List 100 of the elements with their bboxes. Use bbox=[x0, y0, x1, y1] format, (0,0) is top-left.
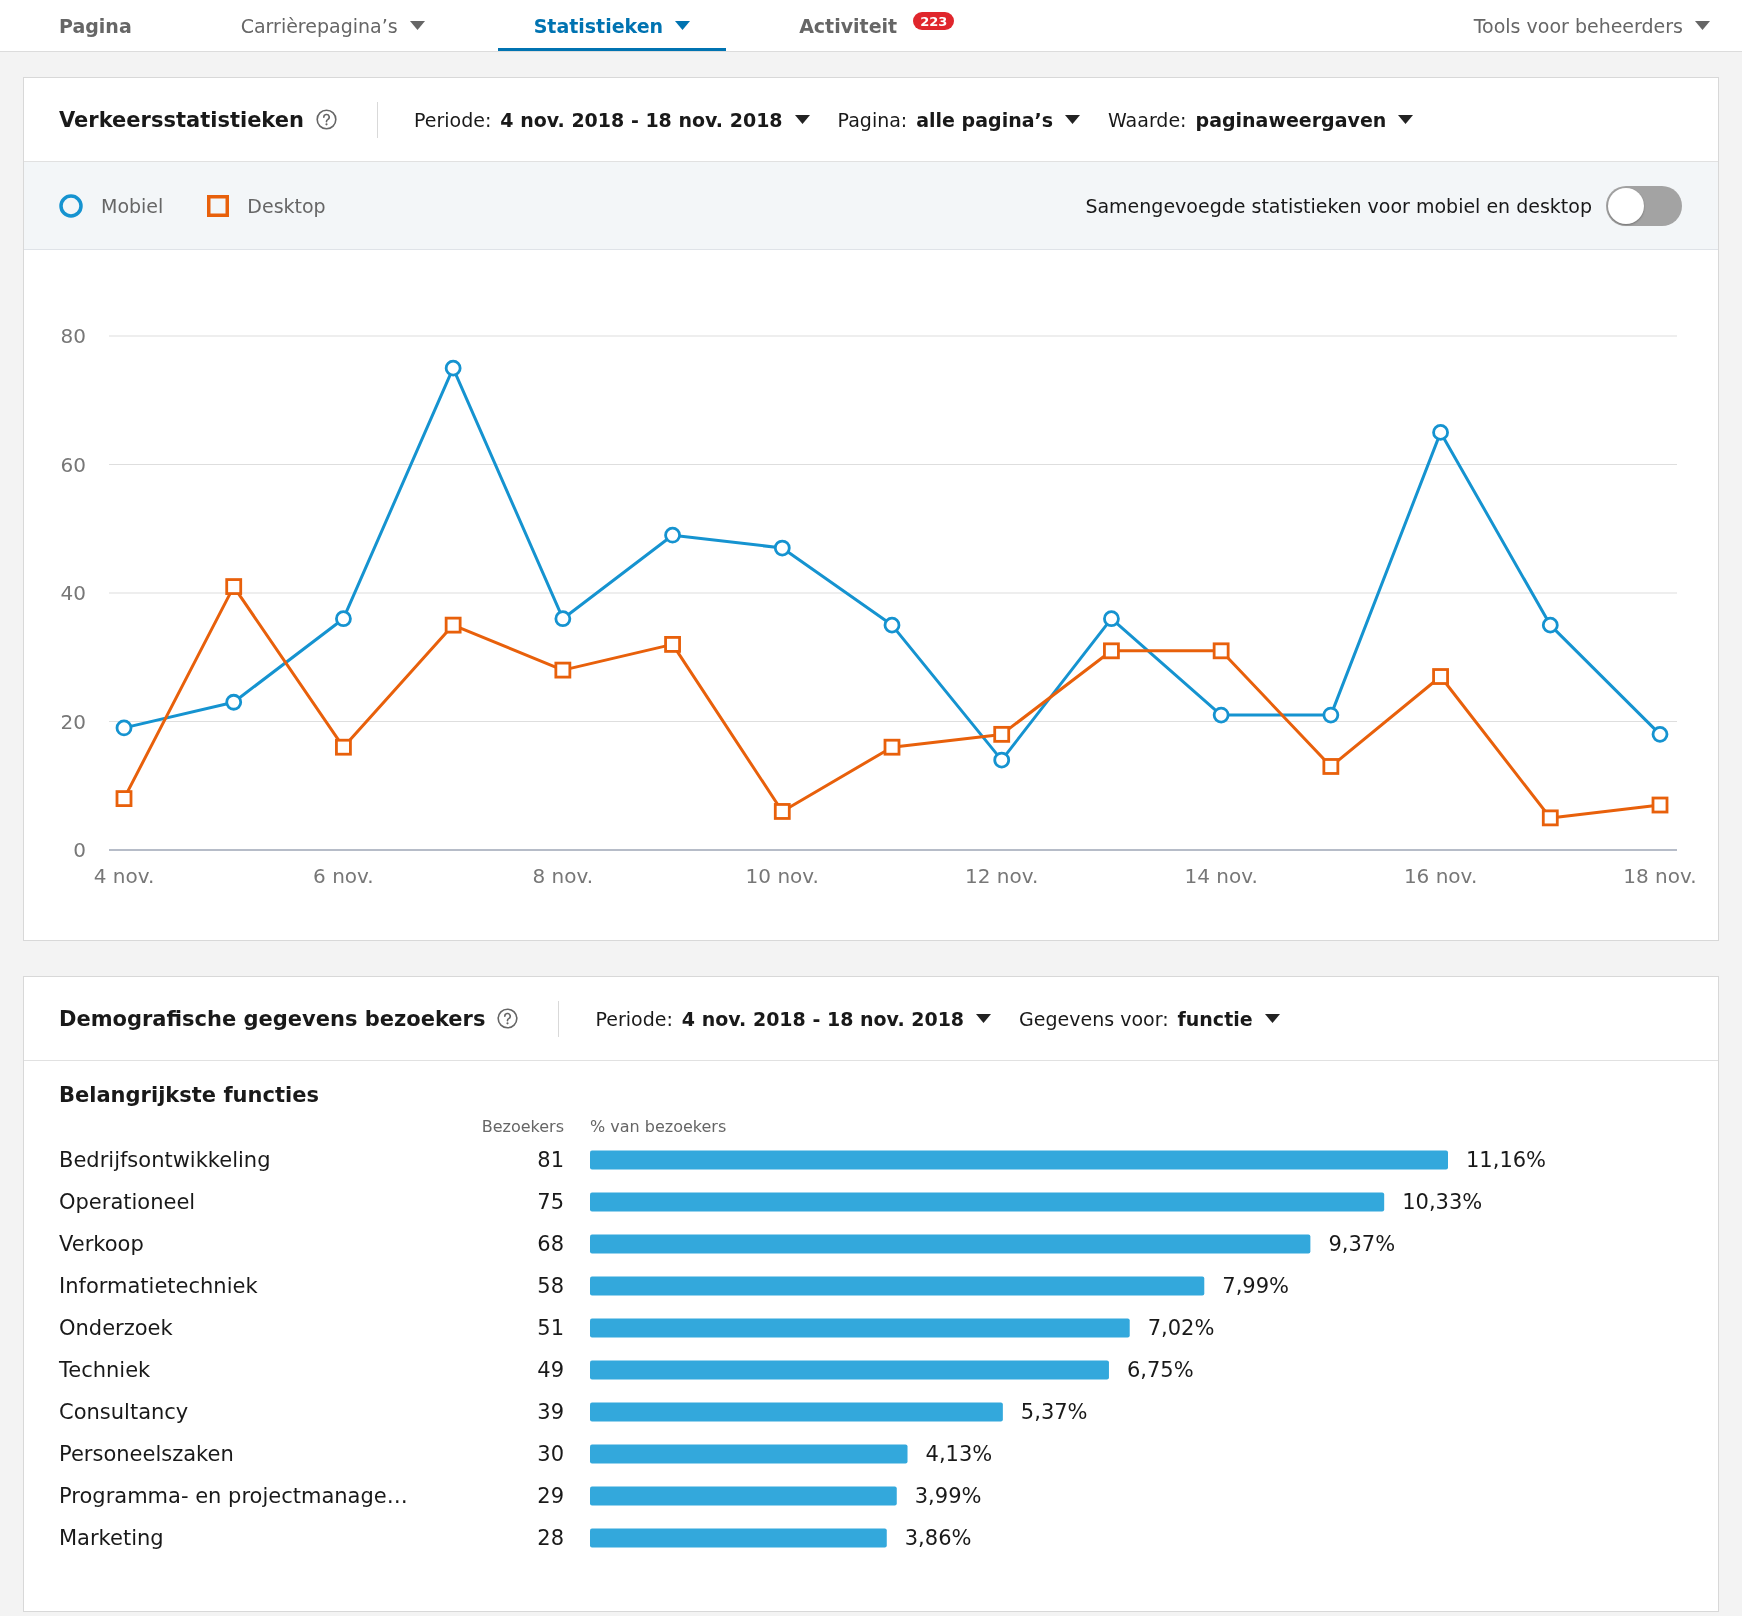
circle-marker bbox=[993, 751, 1011, 769]
notification-badge: 223 bbox=[913, 11, 955, 30]
function-label: Informatietechniek bbox=[59, 1274, 259, 1298]
toggle-label: Samengevoegde statistieken voor mobiel en desktop bbox=[1085, 194, 1592, 217]
square-marker bbox=[664, 636, 681, 653]
axis-label: 8 nov. bbox=[532, 864, 594, 888]
axis-label: 12 nov. bbox=[965, 864, 1039, 888]
circle-marker bbox=[225, 693, 243, 711]
square-marker bbox=[225, 578, 243, 595]
value-label: 11,16% bbox=[1466, 1148, 1547, 1172]
circle-marker bbox=[1651, 725, 1669, 743]
visitor-count: 75 bbox=[536, 1190, 564, 1214]
axis-label: 6 nov. bbox=[313, 864, 374, 888]
visitor-count: 39 bbox=[536, 1400, 564, 1424]
function-label: Onderzoek bbox=[59, 1316, 174, 1340]
axis-label: 20 bbox=[60, 709, 86, 734]
value-label: 3,99% bbox=[914, 1484, 982, 1508]
panel-title: Verkeersstatistieken bbox=[59, 107, 304, 132]
axis-label: 0 bbox=[73, 838, 86, 862]
legend-label: Desktop bbox=[247, 194, 326, 217]
column-header: % van bezoekers bbox=[590, 1116, 728, 1136]
nav-tab[interactable]: Statistieken bbox=[497, 0, 727, 51]
square-marker bbox=[1651, 796, 1669, 814]
square-marker bbox=[773, 803, 791, 820]
value-label: 6,75% bbox=[1126, 1358, 1194, 1382]
circle-marker bbox=[335, 610, 352, 628]
circle-marker bbox=[883, 616, 901, 634]
panel-title: Demografische gegevens bezoekers bbox=[59, 1006, 486, 1031]
axis-label: 60 bbox=[60, 452, 86, 477]
axis-label: 18 nov. bbox=[1623, 864, 1697, 888]
square-marker bbox=[883, 738, 901, 756]
square-marker bbox=[335, 738, 352, 756]
axis-label: 80 bbox=[60, 324, 86, 348]
value-label: 7,99% bbox=[1222, 1274, 1289, 1298]
axis-label: 10 nov. bbox=[745, 864, 819, 888]
value-label: 3,86% bbox=[904, 1526, 972, 1550]
filter-dropdown[interactable]: Waarde: paginaweergaven bbox=[1108, 108, 1414, 131]
circle-marker bbox=[1541, 616, 1559, 634]
function-label: Verkoop bbox=[59, 1232, 145, 1256]
square-marker bbox=[1103, 642, 1120, 660]
caret-icon bbox=[1398, 115, 1414, 124]
circle-marker bbox=[444, 359, 462, 377]
caret-icon bbox=[1065, 115, 1081, 124]
visitor-count: 49 bbox=[536, 1358, 564, 1382]
visitor-count: 30 bbox=[536, 1442, 564, 1466]
legend-label: Mobiel bbox=[101, 194, 164, 217]
caret-icon bbox=[976, 1014, 992, 1023]
square-marker bbox=[444, 616, 462, 634]
caret-icon bbox=[1264, 1014, 1280, 1023]
circle-marker bbox=[1432, 424, 1449, 441]
toggle-switch[interactable] bbox=[1606, 185, 1682, 226]
square-marker bbox=[115, 790, 133, 807]
circle-marker bbox=[1322, 706, 1340, 724]
function-label: Programma- en projectmanage… bbox=[59, 1484, 409, 1508]
admin-menu-button[interactable]: Tools voor beheerders bbox=[1473, 0, 1710, 51]
column-header: Bezoekers bbox=[480, 1116, 564, 1136]
visitor-count: 58 bbox=[536, 1274, 564, 1298]
function-label: Techniek bbox=[59, 1358, 152, 1382]
circle-marker bbox=[1212, 706, 1230, 724]
visitor-count: 28 bbox=[536, 1526, 564, 1550]
circle-marker bbox=[115, 719, 133, 737]
nav-tab[interactable]: Activiteit 223 bbox=[763, 0, 991, 51]
help-icon[interactable] bbox=[315, 109, 337, 130]
value-label: 7,02% bbox=[1147, 1316, 1215, 1340]
circle-marker bbox=[664, 526, 681, 544]
nav-tab[interactable]: Carrièrepagina’s bbox=[204, 0, 461, 51]
function-label: Personeelszaken bbox=[59, 1442, 235, 1466]
visitor-count: 51 bbox=[536, 1316, 564, 1340]
caret-icon bbox=[794, 115, 810, 124]
help-icon[interactable] bbox=[497, 1008, 519, 1029]
value-label: 5,37% bbox=[1020, 1400, 1088, 1424]
circle-marker bbox=[1103, 610, 1120, 628]
filter-dropdown[interactable]: Periode: 4 nov. 2018 - 18 nov. 2018 bbox=[595, 1007, 992, 1030]
square-marker bbox=[1541, 809, 1559, 827]
filter-dropdown[interactable]: Pagina: alle pagina’s bbox=[837, 108, 1081, 131]
circle-marker bbox=[773, 539, 791, 557]
value-label: 10,33% bbox=[1402, 1190, 1483, 1214]
square-marker bbox=[1212, 642, 1230, 660]
function-label: Bedrijfsontwikkeling bbox=[59, 1148, 272, 1172]
axis-label: 4 nov. bbox=[93, 864, 155, 888]
value-label: 4,13% bbox=[925, 1442, 993, 1466]
function-label: Operationeel bbox=[59, 1190, 197, 1214]
function-label: Marketing bbox=[59, 1526, 165, 1550]
square-marker bbox=[993, 725, 1011, 743]
square-marker bbox=[1322, 758, 1340, 775]
nav-tab[interactable]: Pagina bbox=[23, 0, 168, 51]
section-title: Belangrijkste functies bbox=[59, 1083, 320, 1108]
circle-marker bbox=[554, 610, 572, 628]
square-marker bbox=[1432, 668, 1449, 685]
axis-label: 16 nov. bbox=[1403, 864, 1478, 888]
square-marker bbox=[554, 661, 572, 679]
caret-icon bbox=[1695, 21, 1710, 30]
visitor-count: 68 bbox=[536, 1232, 564, 1256]
function-label: Consultancy bbox=[59, 1400, 190, 1424]
visitor-count: 29 bbox=[536, 1484, 564, 1508]
filter-dropdown[interactable]: Gegevens voor: functie bbox=[1019, 1007, 1280, 1030]
filter-dropdown[interactable]: Periode: 4 nov. 2018 - 18 nov. 2018 bbox=[413, 108, 810, 131]
value-label: 9,37% bbox=[1328, 1232, 1396, 1256]
axis-label: 14 nov. bbox=[1184, 864, 1258, 888]
visitor-count: 81 bbox=[536, 1148, 564, 1172]
